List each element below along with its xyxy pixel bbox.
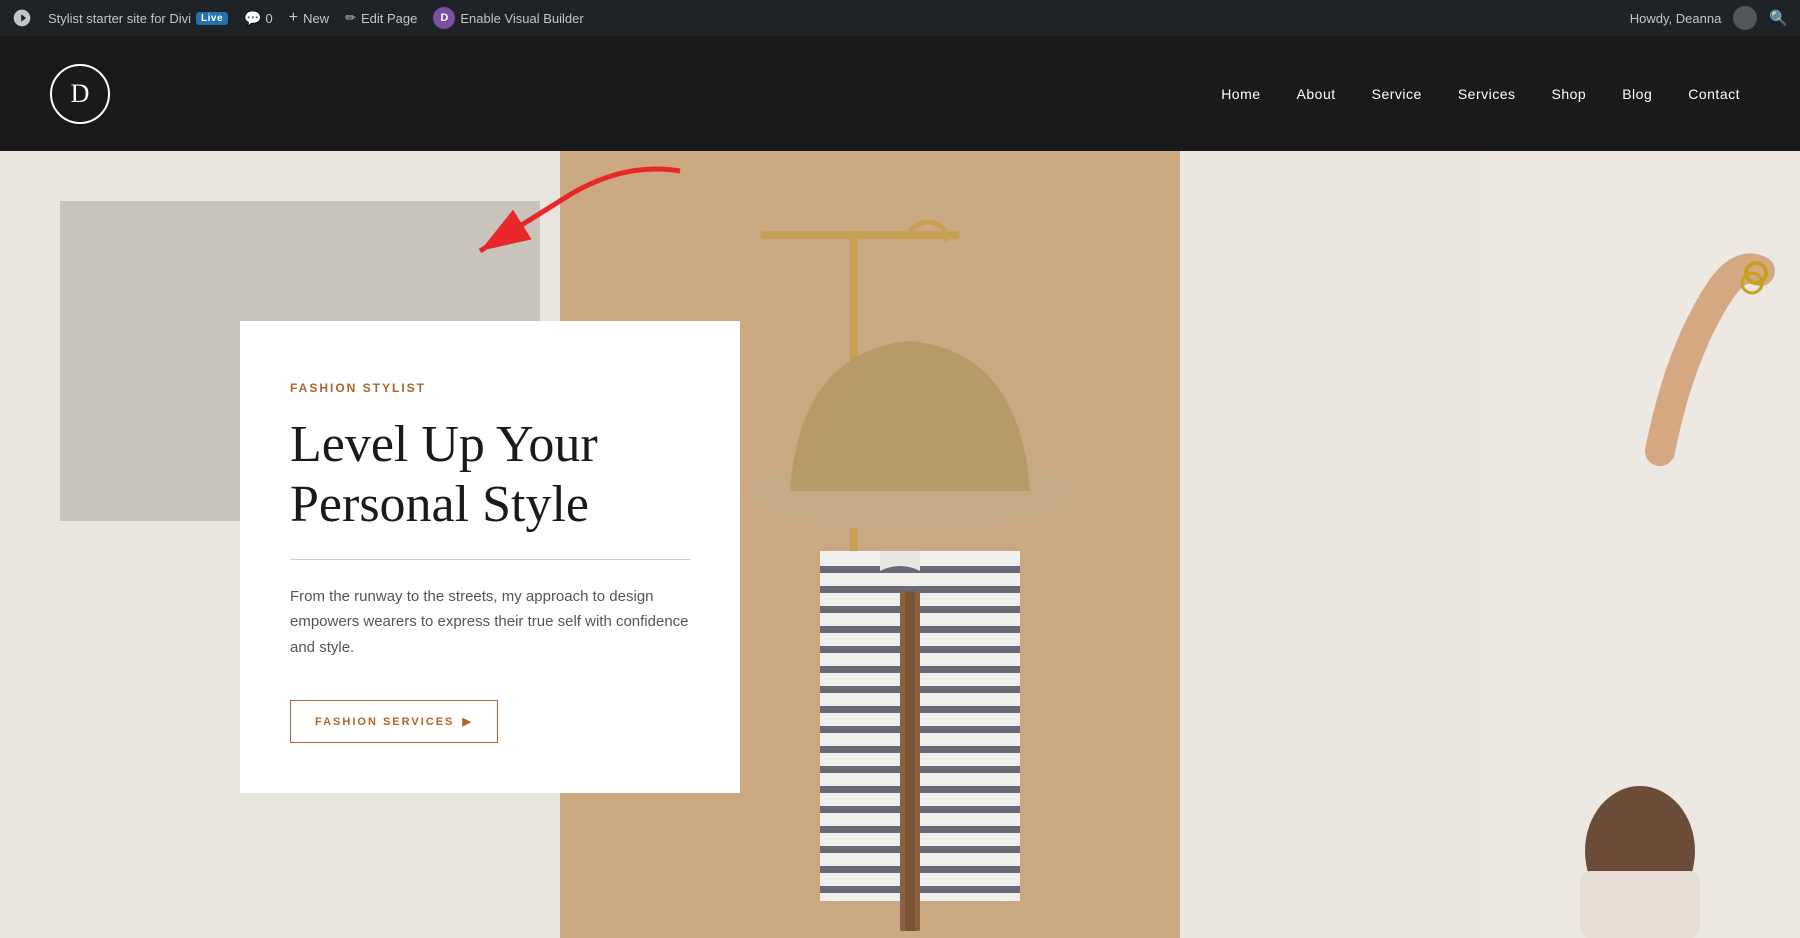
live-badge: Live [196,12,228,25]
card-eyebrow: FASHION STYLIST [290,381,690,395]
nav-item-home[interactable]: Home [1221,86,1260,102]
nav-item-blog[interactable]: Blog [1622,86,1652,102]
admin-bar: Stylist starter site for Divi Live 💬 0 +… [0,0,1800,36]
main-nav: Home About Service Services Shop Blog Co… [1221,86,1740,102]
site-logo[interactable]: D [50,64,110,124]
wp-icon-link[interactable] [12,8,32,28]
main-content: FASHION STYLIST Level Up Your Personal S… [0,151,1800,938]
pencil-icon: ✏ [345,10,356,26]
card-heading: Level Up Your Personal Style [290,415,690,535]
edit-page-button[interactable]: ✏ Edit Page [345,10,417,26]
card-body-text: From the runway to the streets, my appro… [290,584,690,661]
site-name-link[interactable]: Stylist starter site for Divi Live [48,11,228,26]
new-button[interactable]: + New [289,9,329,27]
cta-button[interactable]: FASHION SERVICES ▶ [290,700,498,743]
nav-item-shop[interactable]: Shop [1552,86,1587,102]
comment-count[interactable]: 💬 0 [244,10,273,27]
nav-item-services[interactable]: Services [1458,86,1516,102]
hero-card: FASHION STYLIST Level Up Your Personal S… [240,321,740,793]
card-divider [290,559,690,560]
enable-visual-builder-button[interactable]: D Enable Visual Builder [433,7,583,29]
nav-item-service[interactable]: Service [1372,86,1422,102]
nav-item-about[interactable]: About [1297,86,1336,102]
comment-icon: 💬 [244,10,261,27]
admin-avatar [1733,6,1757,30]
plus-icon: + [289,9,298,27]
howdy-text: Howdy, Deanna [1630,11,1722,26]
search-icon[interactable]: 🔍 [1769,9,1788,28]
right-side-image [1480,151,1800,938]
nav-item-contact[interactable]: Contact [1688,86,1740,102]
divi-icon: D [433,7,455,29]
site-header: D Home About Service Services Shop Blog … [0,36,1800,151]
